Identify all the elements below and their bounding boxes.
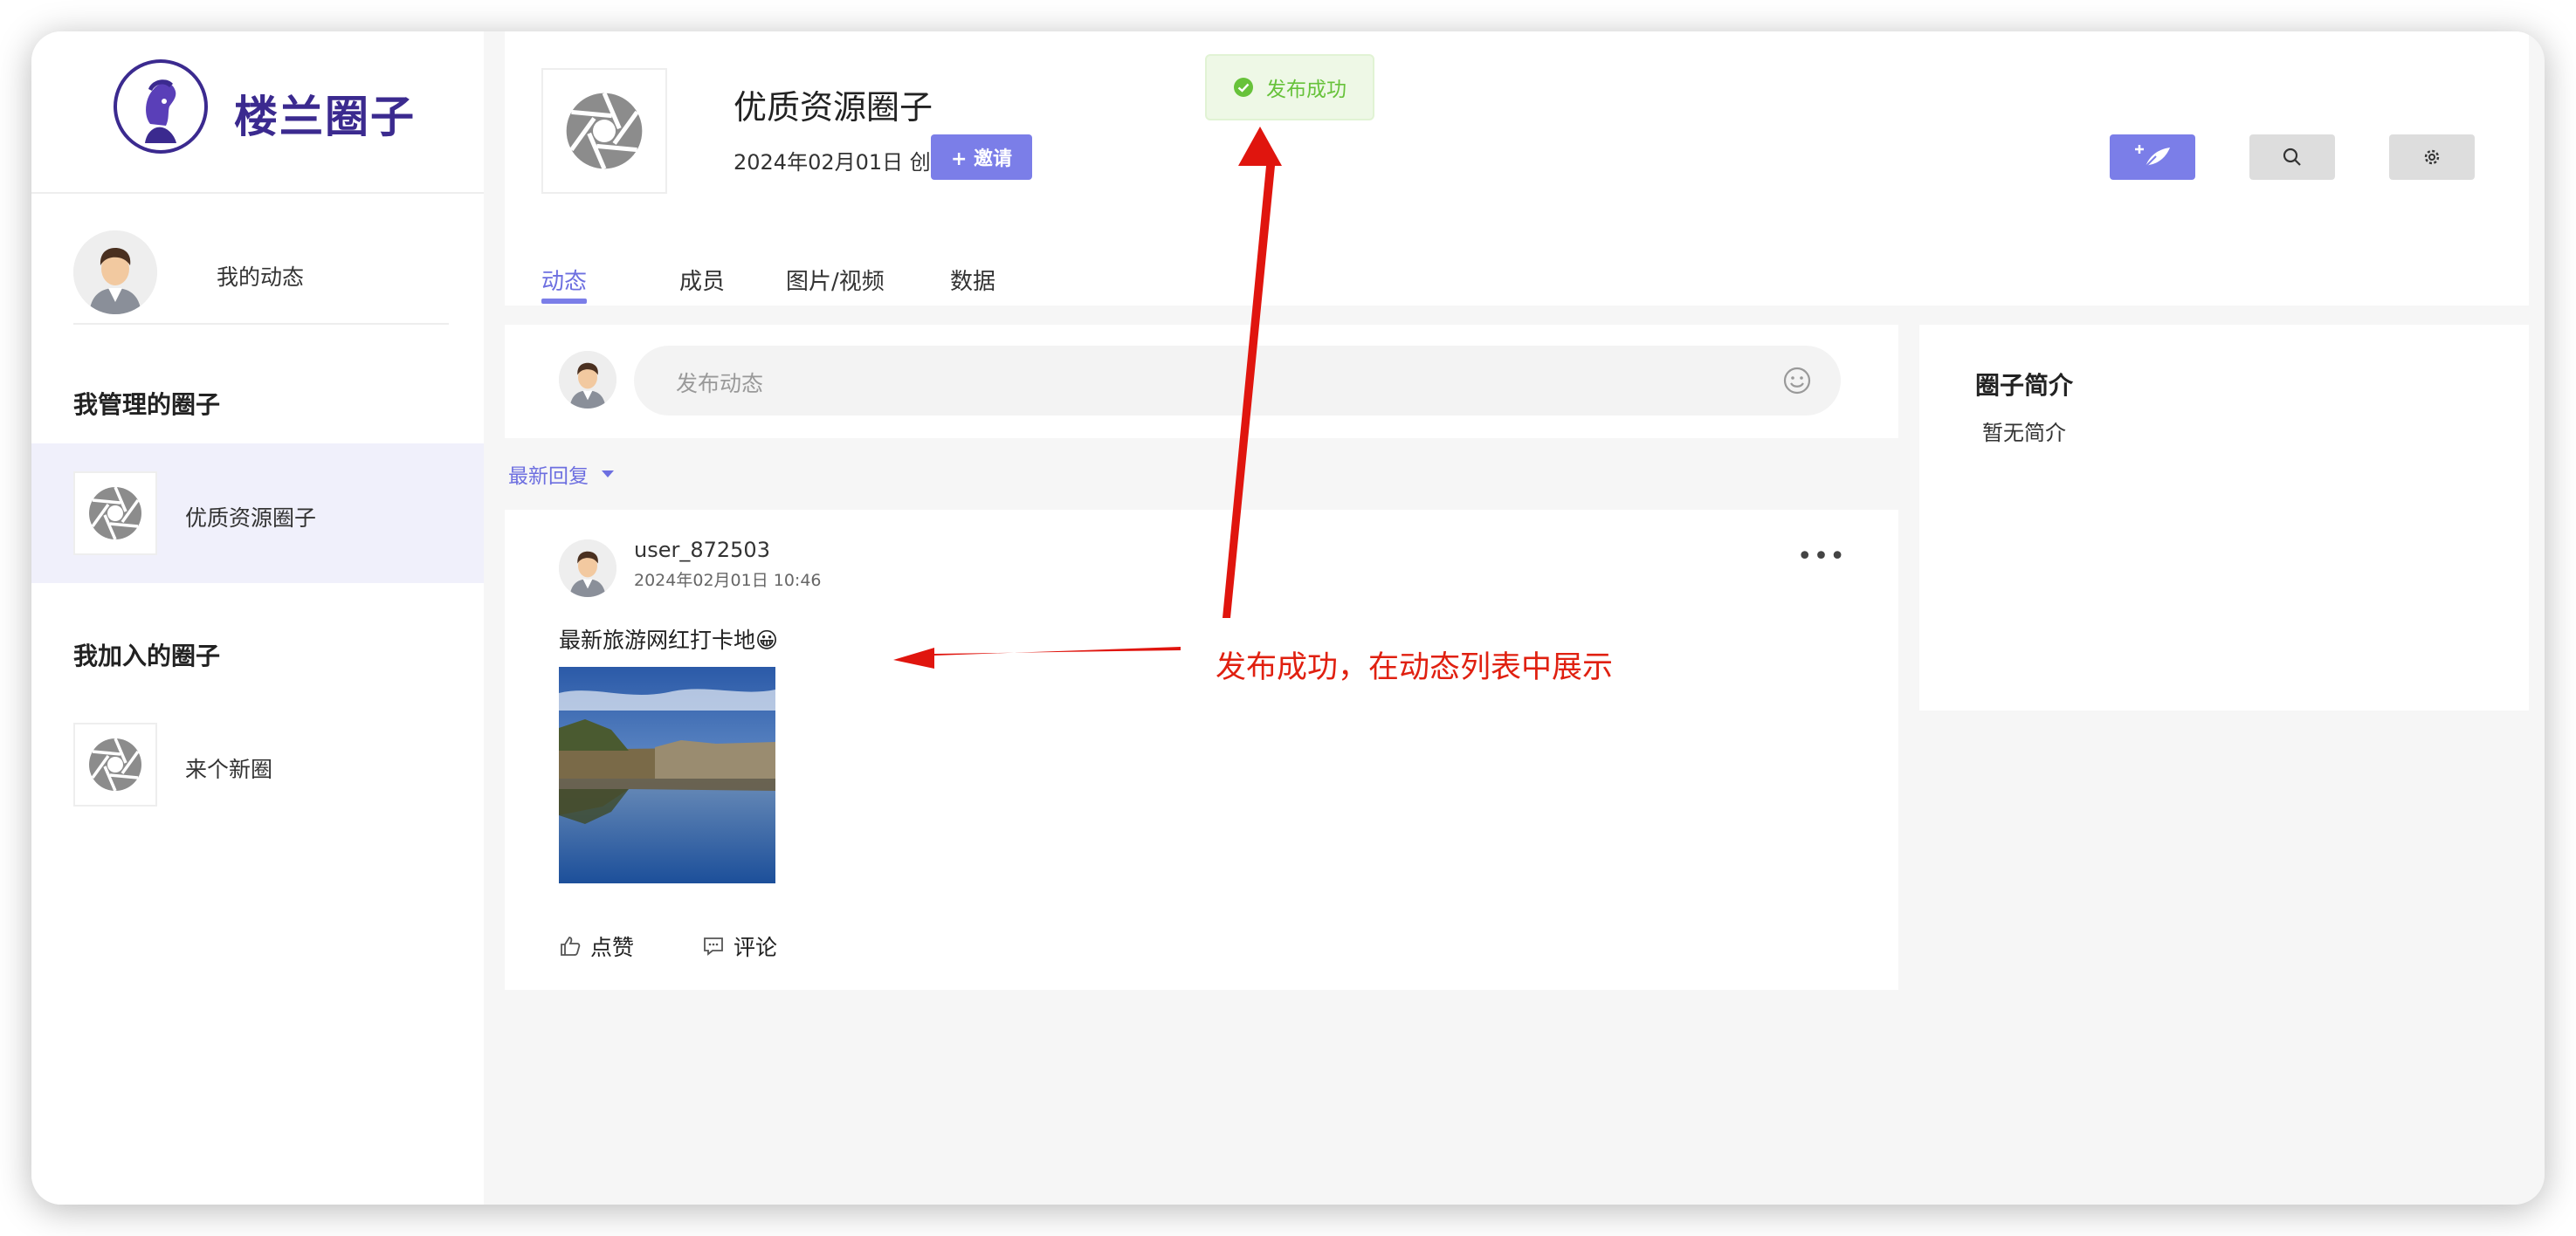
post-content: 最新旅游网红打卡地😀 bbox=[559, 628, 779, 653]
search-button[interactable] bbox=[2249, 134, 2335, 180]
user-avatar-icon bbox=[559, 351, 616, 409]
invite-button[interactable]: + 邀请 bbox=[931, 134, 1032, 180]
post-author-name[interactable]: user_872503 bbox=[634, 538, 770, 562]
thumbs-up-icon bbox=[561, 937, 581, 956]
user-avatar bbox=[73, 230, 157, 314]
circle-intro-panel: 圈子简介 暂无简介 bbox=[1919, 325, 2529, 711]
aperture-icon bbox=[566, 92, 643, 170]
tab-dynamic[interactable]: 动态 bbox=[541, 264, 587, 296]
managed-circle-name: 优质资源圈子 bbox=[185, 505, 317, 531]
aperture-icon bbox=[89, 486, 141, 540]
aperture-icon bbox=[89, 738, 141, 792]
comment-icon bbox=[704, 937, 723, 956]
sidebar: 楼兰圈子 我的动态 我管理的圈子 优质资源圈子 我加入的圈子 来个新圈 bbox=[31, 31, 484, 1205]
post-input[interactable]: 发布动态 bbox=[634, 346, 1841, 415]
gear-icon bbox=[2424, 149, 2440, 165]
more-options-button[interactable]: ••• bbox=[1797, 541, 1846, 572]
user-avatar-icon bbox=[559, 539, 616, 597]
my-dynamic-label: 我的动态 bbox=[217, 264, 305, 290]
circle-created-date: 2024年02月01日 创建 bbox=[734, 150, 952, 175]
app-window: 楼兰圈子 我的动态 我管理的圈子 优质资源圈子 我加入的圈子 来个新圈 优质资源… bbox=[31, 31, 2545, 1205]
user-avatar-icon bbox=[73, 230, 157, 314]
emoji-icon[interactable] bbox=[1781, 365, 1813, 396]
active-tab-indicator bbox=[541, 299, 587, 304]
brand-name: 楼兰圈子 bbox=[234, 92, 416, 142]
managed-circles-title: 我管理的圈子 bbox=[73, 390, 221, 419]
tab-media[interactable]: 图片/视频 bbox=[786, 264, 885, 296]
like-label: 点赞 bbox=[590, 935, 635, 960]
sidebar-item-managed-circle[interactable]: 优质资源圈子 bbox=[31, 443, 484, 583]
like-button[interactable]: 点赞 bbox=[559, 930, 634, 962]
post-image[interactable] bbox=[559, 667, 775, 883]
my-dynamic-link[interactable]: 我的动态 bbox=[73, 218, 449, 325]
lake-cliff-photo bbox=[559, 667, 775, 883]
tab-members[interactable]: 成员 bbox=[679, 264, 725, 296]
sidebar-item-joined-circle[interactable]: 来个新圈 bbox=[31, 695, 484, 834]
new-post-button[interactable] bbox=[2110, 134, 2195, 180]
post-input-placeholder: 发布动态 bbox=[676, 371, 764, 396]
brand-logo[interactable] bbox=[114, 59, 208, 154]
circle-header: 优质资源圈子 2024年02月01日 创建 + 邀请 动态 成员 图片/视频 数… bbox=[505, 31, 2529, 306]
search-icon bbox=[2283, 148, 2301, 166]
intro-title: 圈子简介 bbox=[1975, 371, 2074, 400]
annotation-text: 发布成功，在动态列表中展示 bbox=[1216, 650, 1614, 685]
feather-plus-icon bbox=[2135, 145, 2170, 169]
comment-label: 评论 bbox=[734, 935, 778, 960]
composer-avatar bbox=[559, 351, 616, 409]
post-composer: 发布动态 bbox=[505, 325, 1898, 438]
intro-text: 暂无简介 bbox=[1982, 421, 2066, 445]
brand-logo-icon bbox=[145, 79, 176, 143]
post-card: user_872503 2024年02月01日 10:46 ••• 最新旅游网红… bbox=[505, 510, 1898, 990]
settings-button[interactable] bbox=[2389, 134, 2475, 180]
circle-thumb bbox=[73, 723, 157, 807]
toast-message: 发布成功 bbox=[1266, 79, 1347, 101]
circle-title: 优质资源圈子 bbox=[734, 88, 933, 127]
comment-button[interactable]: 评论 bbox=[702, 930, 777, 962]
post-actions: 点赞 评论 bbox=[559, 930, 777, 962]
caret-down-icon bbox=[602, 470, 614, 477]
circle-thumb bbox=[73, 471, 157, 555]
brand-header: 楼兰圈子 bbox=[31, 31, 484, 194]
circle-logo bbox=[541, 68, 667, 194]
post-timestamp: 2024年02月01日 10:46 bbox=[634, 571, 822, 590]
post-author-avatar[interactable] bbox=[559, 539, 616, 597]
success-toast: 发布成功 bbox=[1205, 54, 1374, 120]
joined-circle-name: 来个新圈 bbox=[185, 757, 273, 782]
sort-label: 最新回复 bbox=[508, 465, 589, 488]
joined-circles-title: 我加入的圈子 bbox=[73, 642, 221, 670]
sort-dropdown[interactable]: 最新回复 bbox=[508, 459, 615, 489]
tab-data[interactable]: 数据 bbox=[950, 264, 995, 296]
check-circle-icon bbox=[1234, 78, 1253, 97]
